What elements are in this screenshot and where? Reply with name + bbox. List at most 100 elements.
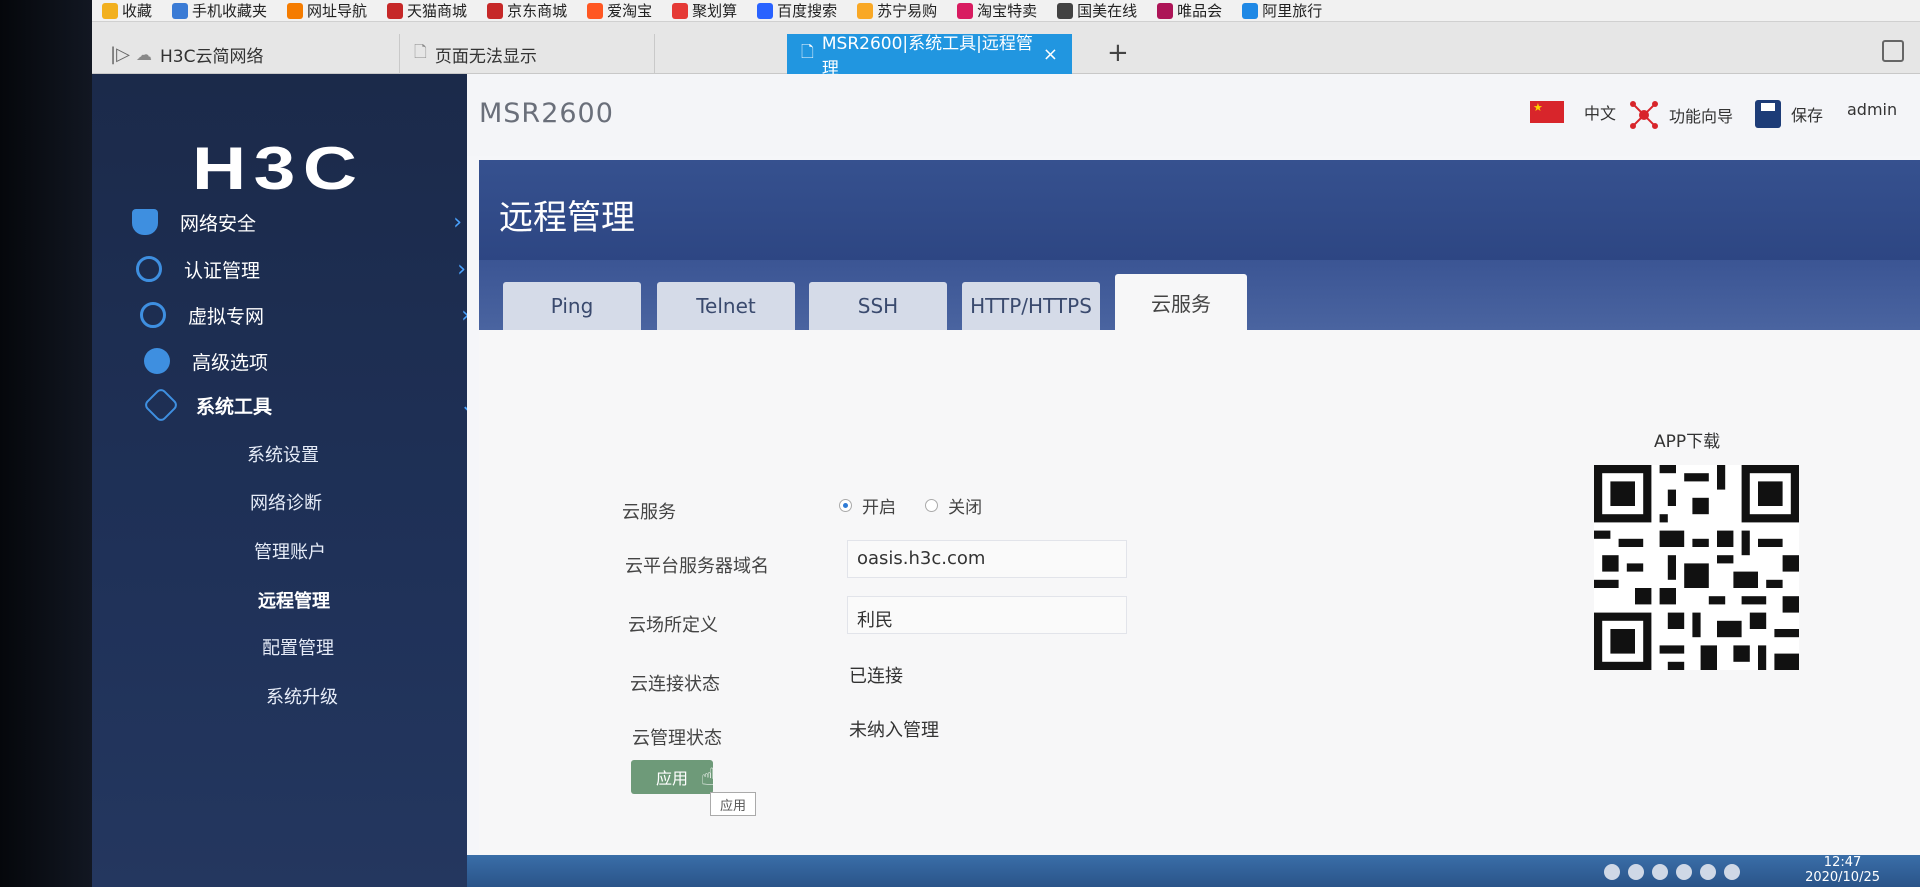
chevron-right-icon: › [453,209,462,235]
clock-date: 2020/10/25 [1805,870,1880,885]
subnav-remote-management[interactable]: 远程管理 [258,580,458,620]
bookmark-label: 百度搜索 [777,2,838,20]
bookmark-item[interactable]: 苏宁易购 [847,0,947,21]
system-clock[interactable]: 12:47 2020/10/25 [1805,855,1880,885]
china-flag-icon [1530,101,1564,123]
language-switch[interactable]: 中文 [1530,100,1616,124]
bookmark-label: 京东商城 [507,2,568,20]
management-status-label: 云管理状态 [632,728,722,749]
subnav-config-management[interactable]: 配置管理 [262,627,462,667]
vpn-globe-icon [140,302,166,328]
browser-tab[interactable]: 🗋 页面无法显示 [400,34,655,74]
bookmark-item[interactable]: 淘宝特卖 [947,0,1047,21]
nav-label: 系统工具 [196,395,273,418]
clock-time: 12:47 [1823,855,1862,870]
tab-http-https[interactable]: HTTP/HTTPS [962,282,1100,330]
tab-title: H3C云简网络 [160,46,264,67]
bookmark-label: 收藏 [122,2,153,20]
panel-header: 远程管理 [479,160,1920,260]
management-status-value: 未纳入管理 [849,720,939,741]
server-domain-label: 云平台服务器域名 [625,556,769,577]
device-name: MSR2600 [479,98,614,129]
page-icon: 🗋 [801,41,814,61]
alitrip-icon [1242,2,1259,19]
cloud-service-label: 云服务 [622,502,676,523]
tab-telnet[interactable]: Telnet [657,282,795,330]
tray-icon[interactable] [1604,864,1620,880]
bookmark-label: 手机收藏夹 [192,2,268,20]
bookmark-label: 爱淘宝 [607,2,653,20]
shield-icon [132,209,158,235]
close-icon[interactable]: × [1043,44,1058,65]
bookmark-item[interactable]: 天猫商城 [377,0,477,21]
browser-tab[interactable]: ☁ H3C云简网络 [122,34,400,74]
subnav-admin-accounts[interactable]: 管理账户 [254,531,454,571]
tab-cloud-service[interactable]: 云服务 [1115,274,1247,330]
bookmark-item[interactable]: 国美在线 [1047,0,1147,21]
bookmark-item[interactable]: 网址导航 [277,0,377,21]
bookmark-item[interactable]: 手机收藏夹 [162,0,277,21]
nav-system-tools[interactable]: 系统工具 ⌄ [142,382,478,428]
new-tab-button[interactable]: + [1107,38,1129,68]
bookmark-item[interactable]: 阿里旅行 [1232,0,1332,21]
wizard-icon [1630,101,1658,129]
radio-dot-icon [925,499,939,512]
tab-title: MSR2600|系统工具|远程管理 [821,34,1033,79]
bookmark-item[interactable]: 爱淘宝 [577,0,662,21]
nav-advanced-options[interactable]: 高级选项 › [144,338,474,384]
taobao-icon [587,2,604,19]
bookmark-item[interactable]: 聚划算 [662,0,747,21]
main-content: MSR2600 中文 功能向导 保存 admin [467,74,1920,887]
panel-tab-bar: Ping Telnet SSH HTTP/HTTPS 云服务 [479,260,1920,330]
wizard-button[interactable]: 功能向导 [1629,100,1733,130]
subnav-system-upgrade[interactable]: 系统升级 [266,676,466,716]
save-label: 保存 [1791,106,1824,125]
chevron-right-icon: › [457,256,466,282]
nav-auth-management[interactable]: 认证管理 › [136,246,466,292]
help-icon[interactable] [1628,864,1644,880]
nav-label: 虚拟专网 [188,305,265,328]
top-bar: MSR2600 中文 功能向导 保存 admin [467,74,1920,156]
tab-ping[interactable]: Ping [503,282,641,330]
tray-icon[interactable] [1652,864,1668,880]
connection-status-value: 已连接 [849,666,903,687]
subnav-system-settings[interactable]: 系统设置 [247,434,447,474]
taobao-sale-icon [957,2,974,19]
nav-vpn[interactable]: 虚拟专网 › [140,292,470,338]
advanced-icon [144,348,170,374]
monitor-bezel [0,0,92,887]
language-label: 中文 [1584,104,1617,123]
save-button[interactable]: 保存 [1755,100,1823,128]
browser-tab-active[interactable]: 🗋 MSR2600|系统工具|远程管理 × [787,34,1072,79]
subnav-network-diagnostics[interactable]: 网络诊断 [250,482,450,522]
app-sidebar: H3C 网络安全 › 认证管理 › 虚拟专网 › 高级选项 › 系统工具 ⌄ 系… [92,74,502,887]
bookmark-label: 苏宁易购 [877,2,938,20]
bookmark-item[interactable]: 收藏 [92,0,162,21]
bookmark-label: 网址导航 [307,2,368,20]
bookmark-item[interactable]: 京东商城 [477,0,577,21]
user-menu[interactable]: admin [1847,100,1897,119]
radio-enable[interactable]: 开启 [839,493,896,518]
wizard-label: 功能向导 [1669,107,1734,126]
volume-icon[interactable] [1724,864,1740,880]
bookmark-item[interactable]: 唯品会 [1147,0,1232,21]
radio-disable[interactable]: 关闭 [925,493,982,518]
tab-menu-icon[interactable] [1882,40,1904,62]
site-label: 云场所定义 [628,615,718,636]
bookmarks-bar: 收藏 手机收藏夹 网址导航 天猫商城 京东商城 爱淘宝 聚划算 百度搜索 苏宁易购 淘宝特卖 国美在… [92,0,1920,22]
username: admin [1847,100,1898,119]
bookmark-label: 唯品会 [1177,2,1223,20]
qr-code-icon [1594,465,1799,670]
bookmark-item[interactable]: 百度搜索 [747,0,847,21]
nav-network-security[interactable]: 网络安全 › [132,199,462,245]
tray-icon[interactable] [1676,864,1692,880]
tab-ssh[interactable]: SSH [809,282,947,330]
save-icon [1755,100,1781,128]
bookmark-label: 天猫商城 [407,2,468,20]
apply-tooltip: 应用 [710,792,756,816]
bluetooth-icon[interactable] [1700,864,1716,880]
radio-dot-icon [839,499,852,512]
hand-cursor-icon: ☝ [701,763,716,791]
cloud-icon: ☁ [136,44,152,64]
suning-icon [857,2,874,19]
